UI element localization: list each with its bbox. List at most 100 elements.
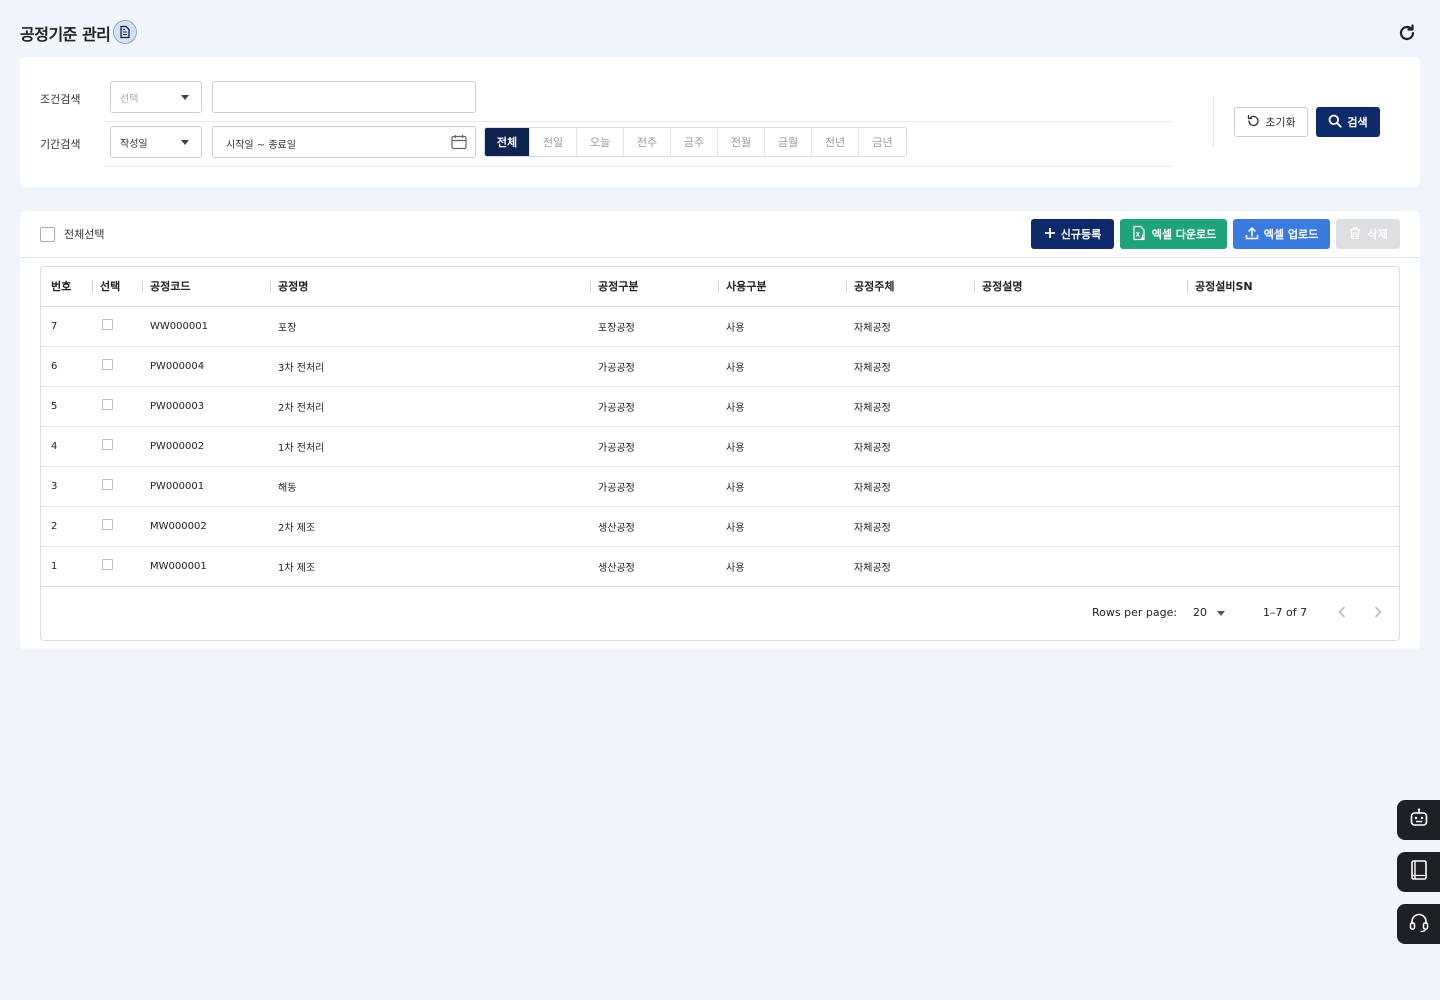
date-range-input[interactable]: 시작일 ~ 종료일 <box>212 126 476 158</box>
excel-upload-button[interactable]: 엑셀 업로드 <box>1233 219 1330 249</box>
search-button-label: 검색 <box>1347 116 1368 129</box>
upload-icon <box>1245 226 1259 243</box>
chevron-left-icon <box>1338 606 1345 618</box>
period-button-yesterday[interactable]: 전일 <box>530 128 577 156</box>
cell-type: 가공공정 <box>590 426 718 467</box>
cell-owner: 자체공정 <box>846 546 974 587</box>
refresh-icon[interactable] <box>1396 22 1418 44</box>
table-row[interactable]: 5 PW000003 2차 전처리 가공공정 사용 자체공정 <box>41 386 1399 427</box>
page-title: 공정기준 관리 <box>20 25 111 44</box>
cell-no: 7 <box>41 306 92 347</box>
excel-upload-label: 엑셀 업로드 <box>1263 228 1319 241</box>
cell-name: 해동 <box>270 466 590 507</box>
checkbox[interactable] <box>40 226 55 242</box>
cell-use: 사용 <box>718 426 846 467</box>
cell-description <box>974 346 1187 387</box>
cell-select <box>92 426 142 467</box>
column-header-type[interactable]: 공정구분 <box>590 267 718 307</box>
excel-download-label: 엑셀 다운로드 <box>1151 228 1217 241</box>
search-row-divider <box>104 166 1172 167</box>
manual-book-icon <box>1409 859 1429 885</box>
search-icon <box>1328 114 1343 131</box>
row-checkbox[interactable] <box>102 439 113 450</box>
table-row[interactable]: 1 MW000001 1차 제조 생산공정 사용 자체공정 <box>41 546 1399 587</box>
previous-page-button[interactable] <box>1334 604 1350 620</box>
table-row[interactable]: 2 MW000002 2차 제조 생산공정 사용 자체공정 <box>41 506 1399 547</box>
next-page-button[interactable] <box>1370 604 1386 620</box>
cell-equipment-sn <box>1187 346 1399 387</box>
calendar-icon[interactable] <box>450 133 468 154</box>
period-button-all[interactable]: 전체 <box>485 128 530 156</box>
pagination-range: 1–7 of 7 <box>1263 606 1308 619</box>
reset-icon <box>1246 114 1260 131</box>
period-button-last-month[interactable]: 전월 <box>718 128 765 156</box>
cell-use: 사용 <box>718 306 846 347</box>
chatbot-icon <box>1408 807 1430 833</box>
period-select[interactable]: 작성일 <box>110 126 202 158</box>
select-all-checkbox[interactable]: 전체선택 <box>40 226 104 242</box>
table-row[interactable]: 4 PW000002 1차 전처리 가공공정 사용 자체공정 <box>41 426 1399 467</box>
manual-button[interactable] <box>1397 852 1440 892</box>
cell-type: 가공공정 <box>590 466 718 507</box>
cell-code: PW000003 <box>142 386 270 427</box>
table-header-row: 번호 선택 공정코드 공정명 공정구분 사용구분 공정주체 공정설명 공정설비S… <box>41 267 1399 307</box>
new-register-button[interactable]: 신규등록 <box>1031 219 1114 249</box>
column-header-name[interactable]: 공정명 <box>270 267 590 307</box>
row-checkbox[interactable] <box>102 399 113 410</box>
reset-button[interactable]: 초기화 <box>1234 107 1308 137</box>
row-checkbox[interactable] <box>102 559 113 570</box>
cell-no: 1 <box>41 546 92 587</box>
cell-owner: 자체공정 <box>846 466 974 507</box>
cell-equipment-sn <box>1187 506 1399 547</box>
cell-equipment-sn <box>1187 386 1399 427</box>
cell-description <box>974 426 1187 467</box>
row-checkbox[interactable] <box>102 319 113 330</box>
cell-select <box>92 346 142 387</box>
delete-button[interactable]: 삭제 <box>1336 219 1400 249</box>
cell-type: 가공공정 <box>590 386 718 427</box>
period-button-this-week[interactable]: 금주 <box>671 128 718 156</box>
column-header-no[interactable]: 번호 <box>41 267 92 307</box>
period-button-last-year[interactable]: 전년 <box>812 128 859 156</box>
search-actions-divider <box>1213 96 1214 147</box>
column-header-select[interactable]: 선택 <box>92 267 142 307</box>
cell-name: 1차 전처리 <box>270 426 590 467</box>
condition-select-value: 선택 <box>120 94 139 105</box>
excel-download-button[interactable]: 엑셀 다운로드 <box>1120 219 1227 249</box>
document-icon[interactable] <box>113 20 137 44</box>
cell-select <box>92 546 142 587</box>
row-checkbox[interactable] <box>102 359 113 370</box>
period-button-this-year[interactable]: 금년 <box>859 128 906 156</box>
chevron-down-icon <box>181 95 189 100</box>
column-header-use[interactable]: 사용구분 <box>718 267 846 307</box>
period-button-last-week[interactable]: 전주 <box>624 128 671 156</box>
column-header-equipment-sn[interactable]: 공정설비SN <box>1187 267 1399 307</box>
cell-use: 사용 <box>718 466 846 507</box>
column-header-owner[interactable]: 공정주체 <box>846 267 974 307</box>
condition-search-input[interactable] <box>212 81 476 113</box>
reset-button-label: 초기화 <box>1265 116 1296 129</box>
chevron-down-icon <box>1217 611 1225 616</box>
column-header-description[interactable]: 공정설명 <box>974 267 1187 307</box>
excel-download-icon <box>1131 225 1147 244</box>
period-button-today[interactable]: 오늘 <box>577 128 624 156</box>
column-header-code[interactable]: 공정코드 <box>142 267 270 307</box>
table-row[interactable]: 6 PW000004 3차 전처리 가공공정 사용 자체공정 <box>41 346 1399 387</box>
condition-select[interactable]: 선택 <box>110 81 202 113</box>
table-row[interactable]: 3 PW000001 해동 가공공정 사용 자체공정 <box>41 466 1399 507</box>
cell-name: 포장 <box>270 306 590 347</box>
table-row[interactable]: 7 WW000001 포장 포장공정 사용 자체공정 <box>41 306 1399 347</box>
cell-code: PW000004 <box>142 346 270 387</box>
support-button[interactable] <box>1397 904 1440 944</box>
cell-no: 2 <box>41 506 92 547</box>
trash-icon <box>1348 226 1362 243</box>
row-checkbox[interactable] <box>102 479 113 490</box>
search-button[interactable]: 검색 <box>1316 107 1380 137</box>
row-checkbox[interactable] <box>102 519 113 530</box>
toolbar-divider <box>20 257 1420 258</box>
delete-label: 삭제 <box>1367 228 1388 241</box>
cell-no: 4 <box>41 426 92 467</box>
rows-per-page-select[interactable]: 20 <box>1193 606 1225 619</box>
chatbot-button[interactable] <box>1397 800 1440 840</box>
period-button-this-month[interactable]: 금월 <box>765 128 812 156</box>
